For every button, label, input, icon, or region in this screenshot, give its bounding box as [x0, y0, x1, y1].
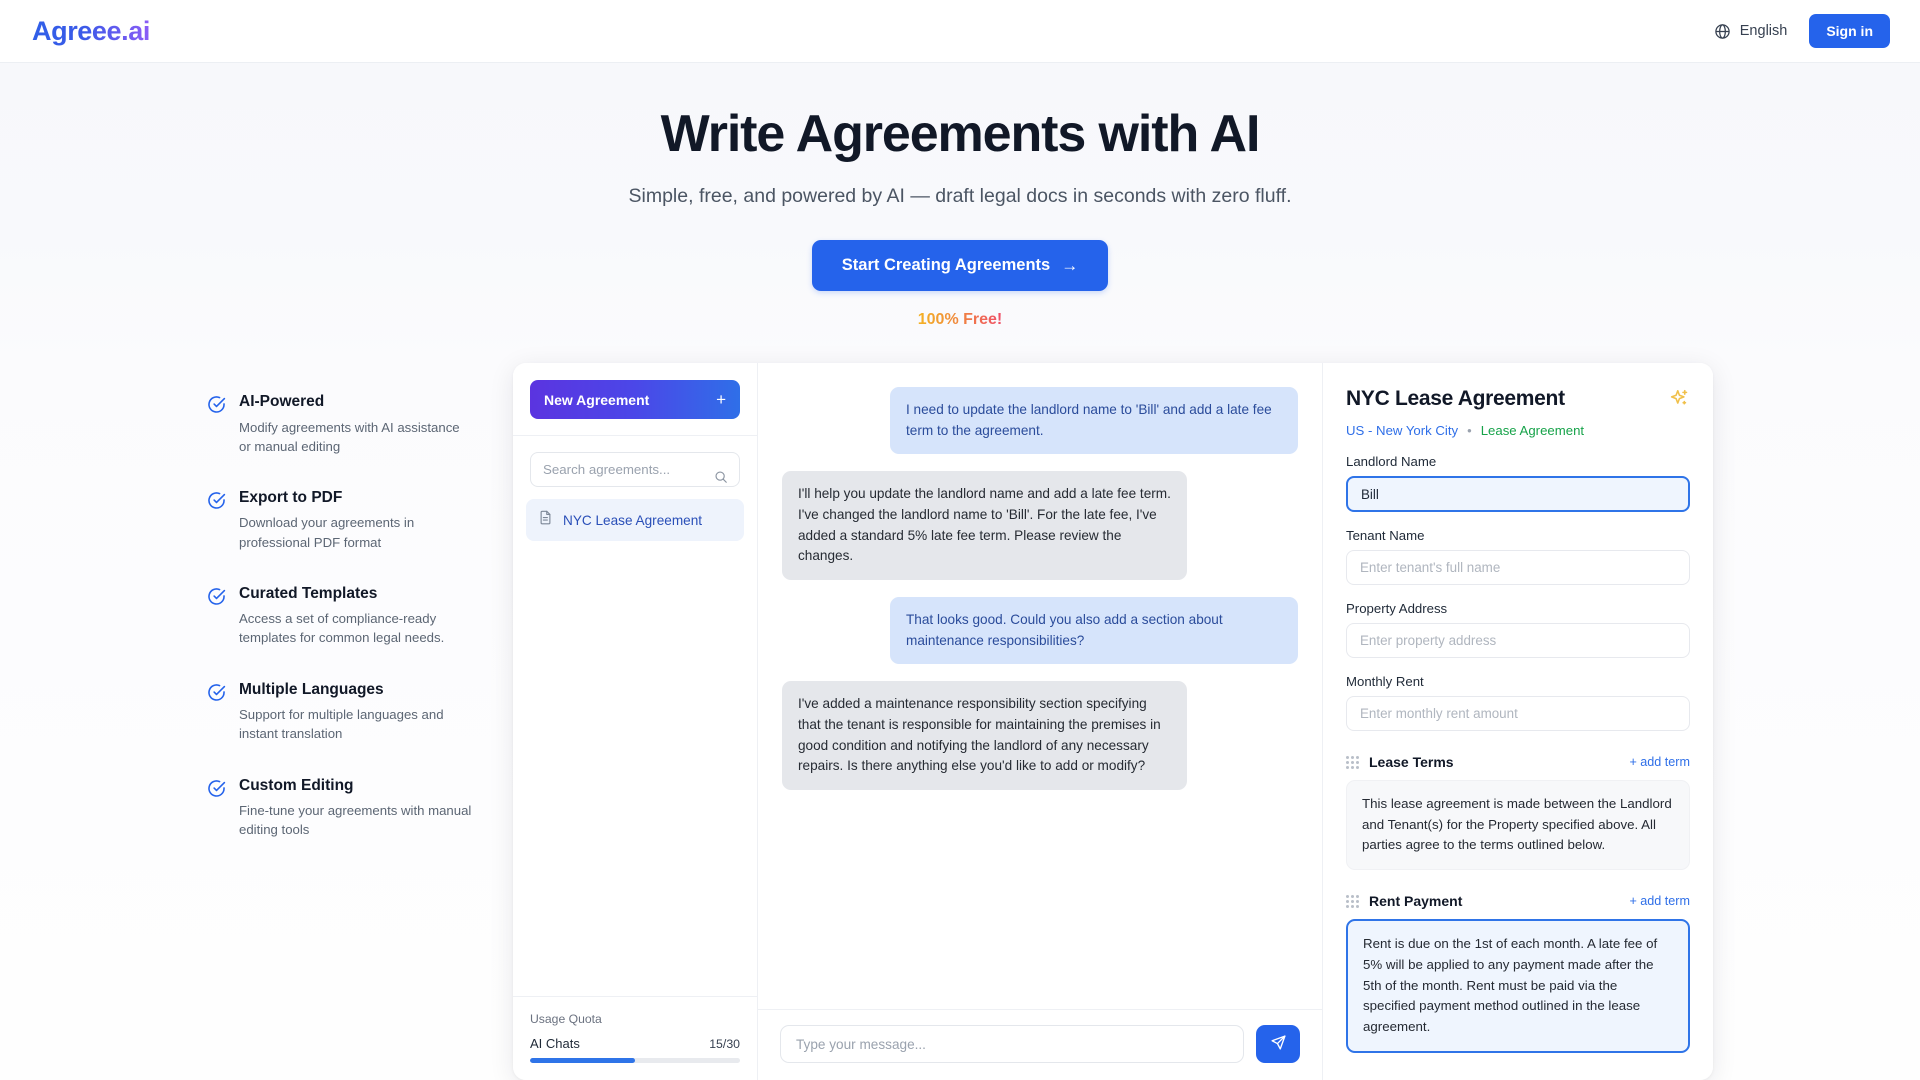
document-header: NYC Lease Agreement: [1346, 387, 1690, 414]
hero-section: Write Agreements with AI Simple, free, a…: [0, 63, 1920, 363]
chat-panel: I need to update the landlord name to 'B…: [758, 363, 1323, 1080]
landlord-name-input[interactable]: [1346, 476, 1690, 512]
document-icon: [538, 510, 553, 530]
feature-title: Custom Editing: [239, 776, 354, 794]
language-label: English: [1739, 23, 1788, 39]
term-text-rent-payment[interactable]: Rent is due on the 1st of each month. A …: [1346, 919, 1690, 1053]
chat-input-bar: [758, 1009, 1322, 1080]
feature-item: Export to PDF Download your agreements i…: [207, 489, 507, 552]
type-tag: Lease Agreement: [1480, 423, 1585, 438]
feature-description: Access a set of compliance-ready templat…: [239, 611, 445, 646]
chat-message-input[interactable]: [780, 1025, 1244, 1063]
feature-title: Export to PDF: [239, 488, 343, 506]
search-box[interactable]: [530, 452, 740, 487]
feature-description: Modify agreements with AI assistance or …: [239, 419, 460, 454]
search-section: [513, 436, 757, 487]
chat-messages: I need to update the landlord name to 'B…: [758, 363, 1322, 1009]
sign-in-button[interactable]: Sign in: [1809, 14, 1890, 48]
quota-label: AI Chats: [530, 1036, 580, 1051]
site-header: Agreee.ai English Sign in: [0, 0, 1920, 63]
document-title: NYC Lease Agreement: [1346, 387, 1565, 410]
chat-message-assistant: I've added a maintenance responsibility …: [782, 681, 1187, 790]
language-switcher[interactable]: English: [1714, 23, 1788, 40]
feature-title: AI-Powered: [239, 393, 325, 410]
quota-count: 15/30: [709, 1037, 740, 1051]
chat-message-user: I need to update the landlord name to 'B…: [890, 387, 1298, 455]
globe-icon: [1714, 23, 1731, 40]
drag-handle-icon[interactable]: [1346, 755, 1359, 769]
search-input[interactable]: [531, 453, 739, 486]
quota-title: Usage Quota: [530, 1012, 602, 1026]
feature-title: Curated Templates: [239, 584, 378, 602]
section-header-rent-payment: Rent Payment + add term: [1346, 893, 1690, 909]
app-window: New Agreement + Search agreements... NYC…: [513, 363, 1713, 1080]
new-agreement-button[interactable]: New Agreement +: [530, 380, 740, 419]
hero-subtitle: Simple, free, and powered by AI — draft …: [628, 185, 1292, 208]
header-actions: English Sign in: [1714, 14, 1890, 48]
feature-item: AI-Powered Modify agreements with AI ass…: [207, 393, 507, 456]
add-term-button[interactable]: + add term: [1629, 755, 1690, 769]
start-creating-agreements-button[interactable]: Start Creating Agreements →: [811, 240, 1109, 292]
field-label: Tenant Name: [1346, 528, 1425, 543]
list-item[interactable]: NYC Lease Agreement: [526, 499, 744, 541]
monthly-rent-input[interactable]: [1346, 696, 1690, 731]
usage-quota: Usage Quota AI Chats 15/30: [513, 996, 757, 1080]
feature-title: Multiple Languages: [239, 680, 384, 698]
agreement-name: NYC Lease Agreement: [563, 512, 703, 528]
feature-item: Multiple Languages Support for multiple …: [207, 681, 507, 744]
arrow-right-icon: →: [1061, 256, 1079, 276]
free-badge: 100% Free!: [917, 311, 1003, 329]
feature-item: Custom Editing Fine-tune your agreements…: [207, 777, 507, 840]
drag-handle-icon[interactable]: [1346, 894, 1359, 908]
document-tags: US - New York City • Lease Agreement: [1346, 423, 1690, 438]
form-field-landlord-name: Landlord Name: [1346, 454, 1690, 512]
field-label: Landlord Name: [1346, 454, 1437, 469]
section-title: Rent Payment: [1369, 893, 1463, 910]
section-header-lease-terms: Lease Terms + add term: [1346, 754, 1690, 770]
feature-list: AI-Powered Modify agreements with AI ass…: [207, 393, 507, 839]
chat-message-assistant: I'll help you update the landlord name a…: [782, 471, 1187, 580]
brand-logo[interactable]: Agreee.ai: [30, 16, 150, 47]
agreements-sidebar: New Agreement + Search agreements... NYC…: [513, 363, 758, 1080]
tenant-name-input[interactable]: [1346, 550, 1690, 585]
check-circle-icon: [207, 681, 226, 744]
feature-description: Download your agreements in professional…: [239, 515, 415, 550]
app-preview-stage: AI-Powered Modify agreements with AI ass…: [0, 363, 1920, 1080]
field-label: Monthly Rent: [1346, 674, 1424, 689]
form-field-monthly-rent: Monthly Rent: [1346, 674, 1690, 731]
check-circle-icon: [207, 585, 226, 648]
feature-item: Curated Templates Access a set of compli…: [207, 585, 507, 648]
send-message-button[interactable]: [1256, 1025, 1300, 1063]
sparkles-icon[interactable]: [1669, 387, 1690, 414]
check-circle-icon: [207, 489, 226, 552]
term-text-lease-terms[interactable]: This lease agreement is made between the…: [1346, 780, 1690, 871]
chat-message-user: That looks good. Could you also add a se…: [890, 596, 1298, 665]
send-icon: [1270, 1034, 1287, 1054]
page-title: Write Agreements with AI: [660, 105, 1261, 163]
property-address-input[interactable]: [1346, 623, 1690, 658]
agreement-list: NYC Lease Agreement: [513, 487, 757, 996]
new-agreement-section: New Agreement +: [513, 363, 757, 436]
add-term-button[interactable]: + add term: [1629, 894, 1690, 908]
check-circle-icon: [207, 393, 226, 456]
form-field-tenant-name: Tenant Name: [1346, 528, 1690, 585]
plus-icon: +: [716, 390, 726, 409]
quota-row: AI Chats 15/30: [530, 1036, 740, 1051]
section-title: Lease Terms: [1369, 754, 1454, 770]
cta-label: Start Creating Agreements: [841, 256, 1051, 275]
feature-description: Fine-tune your agreements with manual ed…: [239, 803, 472, 838]
document-editor-panel: NYC Lease Agreement US - New York City •…: [1323, 363, 1713, 1080]
new-agreement-label: New Agreement: [544, 391, 650, 408]
quota-progress-fill: [530, 1058, 635, 1063]
feature-description: Support for multiple languages and insta…: [239, 707, 444, 742]
check-circle-icon: [207, 777, 226, 840]
region-tag: US - New York City: [1346, 423, 1459, 438]
field-label: Property Address: [1346, 601, 1448, 616]
form-field-property-address: Property Address: [1346, 601, 1690, 658]
quota-progress-track: [530, 1058, 740, 1063]
tag-separator: •: [1467, 423, 1472, 438]
